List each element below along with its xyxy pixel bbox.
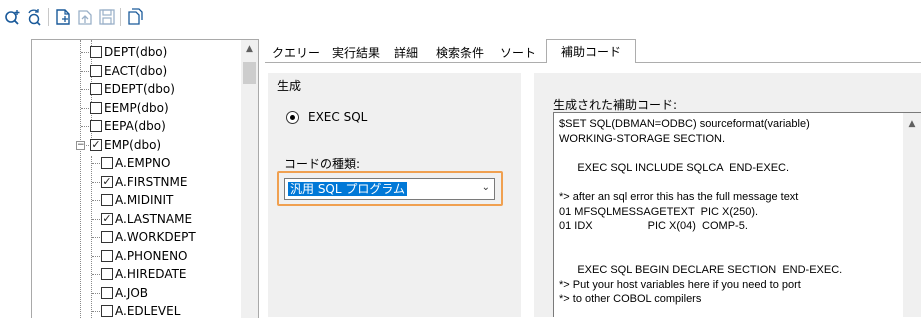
tree-item-label: A.WORKDEPT — [115, 230, 196, 244]
tree-item-checkbox[interactable] — [90, 120, 102, 132]
code-line: 01 MFSQLMESSAGETEXT PIC X(250). — [559, 205, 759, 218]
tree-item[interactable]: A.MIDINIT — [101, 191, 173, 209]
code-line: WORKING-STORAGE SECTION. — [559, 132, 726, 145]
refresh-query-icon[interactable] — [26, 8, 44, 26]
tree-item[interactable]: EACT(dbo) — [90, 62, 167, 80]
generated-code-textarea[interactable]: $SET SQL(DBMAN=ODBC) sourceformat(variab… — [553, 112, 921, 317]
tree-item-checkbox[interactable] — [101, 157, 113, 169]
code-line: *> Put your host variables here if you n… — [559, 278, 801, 291]
code-line: *> after an sql error this has the full … — [559, 191, 799, 203]
tree-item-checkbox[interactable] — [90, 83, 102, 95]
tab-query[interactable]: クエリー — [267, 42, 325, 62]
tree-item[interactable]: DEPT(dbo) — [90, 43, 167, 61]
tree-item-label: A.PHONENO — [115, 248, 188, 263]
generated-code-title: 生成された補助コード: — [553, 98, 678, 112]
code-type-select[interactable]: 汎用 SQL プログラム ⌄ — [284, 178, 495, 200]
tree-item[interactable]: EDEPT(dbo) — [90, 80, 175, 98]
scroll-up-icon[interactable]: ▲ — [903, 119, 921, 129]
tree-item-label: EACT(dbo) — [104, 63, 168, 78]
tree-item-label: EDEPT(dbo) — [104, 82, 175, 96]
scroll-up-icon[interactable]: ▲ — [241, 40, 258, 57]
code-scrollbar[interactable]: ▲ — [903, 113, 921, 317]
tree-item[interactable]: ✓ EMP(dbo) — [90, 136, 161, 154]
code-line: EXEC SQL BEGIN DECLARE SECTION END-EXEC. — [559, 264, 843, 276]
tab-bar: クエリー 実行結果 詳細 検索条件 ソート 補助コード — [265, 39, 921, 63]
tree-item-checkbox[interactable] — [101, 194, 113, 206]
tree-item[interactable]: A.WORKDEPT — [101, 228, 196, 246]
tree-item[interactable]: ✓ A.LASTNAME — [101, 210, 192, 228]
tree-item-checkbox[interactable] — [101, 286, 113, 299]
tree-item[interactable]: A.JOB — [101, 284, 148, 302]
tree-item-label: EMP(dbo) — [104, 137, 162, 152]
tree-item-checkbox[interactable] — [101, 249, 113, 262]
code-type-value: 汎用 SQL プログラム — [288, 182, 408, 196]
tree-item-checkbox[interactable]: ✓ — [90, 138, 102, 151]
toolbar-separator — [48, 8, 49, 26]
tree-item-label: DEPT(dbo) — [104, 45, 168, 59]
code-type-label: コードの種類: — [284, 157, 361, 171]
tree-scrollbar[interactable]: ▲ — [241, 40, 258, 318]
tree-item-label: A.JOB — [115, 285, 149, 300]
code-line: 01 IDX PIC X(04) COMP-5. — [559, 220, 748, 233]
save-icon[interactable] — [98, 8, 116, 26]
tree-item-label: EEMP(dbo) — [104, 100, 169, 115]
tab-results[interactable]: 実行結果 — [327, 42, 385, 62]
tree-item[interactable]: A.PHONENO — [101, 247, 188, 265]
tree-item[interactable]: EEPA(dbo) — [90, 117, 166, 135]
table-tree: DEPT(dbo) EACT(dbo) EDEPT(dbo) EEMP(dbo) EEP… — [31, 39, 259, 318]
tree-item-label: A.LASTNAME — [115, 211, 193, 226]
chevron-down-icon[interactable]: ⌄ — [482, 182, 490, 193]
tree-item-label: A.HIREDATE — [115, 267, 187, 281]
code-line: $SET SQL(DBMAN=ODBC) sourceformat(variab… — [559, 118, 810, 130]
scroll-thumb[interactable] — [243, 62, 256, 84]
open-document-icon[interactable] — [76, 8, 94, 26]
tree-item[interactable]: A.HIREDATE — [101, 265, 187, 283]
tree-item[interactable]: A.EMPNO — [101, 154, 170, 172]
code-line: EXEC SQL INCLUDE SQLCA END-EXEC. — [559, 161, 790, 174]
tab-sort[interactable]: ソート — [493, 42, 543, 62]
tree-item-checkbox[interactable] — [101, 268, 113, 280]
tree-item-label: EEPA(dbo) — [104, 119, 166, 133]
tree-item-label: A.MIDINIT — [115, 193, 174, 207]
add-query-icon[interactable] — [4, 8, 22, 26]
tab-search-criteria[interactable]: 検索条件 — [429, 42, 491, 62]
tree-item-label: A.EDLEVEL — [115, 304, 181, 318]
copy-icon[interactable] — [126, 8, 144, 26]
tree-item[interactable]: ✓ A.FIRSTNME — [101, 173, 187, 191]
tree-item-checkbox[interactable] — [101, 231, 113, 243]
exec-sql-label[interactable]: EXEC SQL — [308, 110, 367, 124]
tab-auxiliary-code[interactable]: 補助コード — [546, 39, 636, 63]
tree-item-label: A.EMPNO — [115, 156, 171, 170]
collapse-icon[interactable]: − — [76, 140, 85, 150]
tree-item-checkbox[interactable] — [90, 101, 102, 114]
tree-item-checkbox[interactable] — [101, 305, 113, 317]
new-document-icon[interactable] — [54, 8, 72, 26]
tree-item-checkbox[interactable] — [90, 64, 102, 77]
tree-item-label: A.FIRSTNME — [115, 174, 188, 189]
tab-details[interactable]: 詳細 — [387, 42, 425, 62]
code-line: *> to other COBOL compilers — [559, 293, 702, 306]
tree-item-checkbox[interactable]: ✓ — [101, 212, 113, 225]
tree-item-checkbox[interactable]: ✓ — [101, 175, 113, 188]
toolbar — [0, 0, 921, 36]
exec-sql-radio[interactable] — [286, 111, 299, 124]
tree-line — [80, 40, 81, 318]
generate-title: 生成 — [277, 79, 302, 93]
toolbar-separator — [120, 8, 121, 26]
tree-item-checkbox[interactable] — [90, 46, 102, 58]
tree-item[interactable]: EEMP(dbo) — [90, 99, 169, 117]
tree-item[interactable]: A.EDLEVEL — [101, 302, 180, 318]
